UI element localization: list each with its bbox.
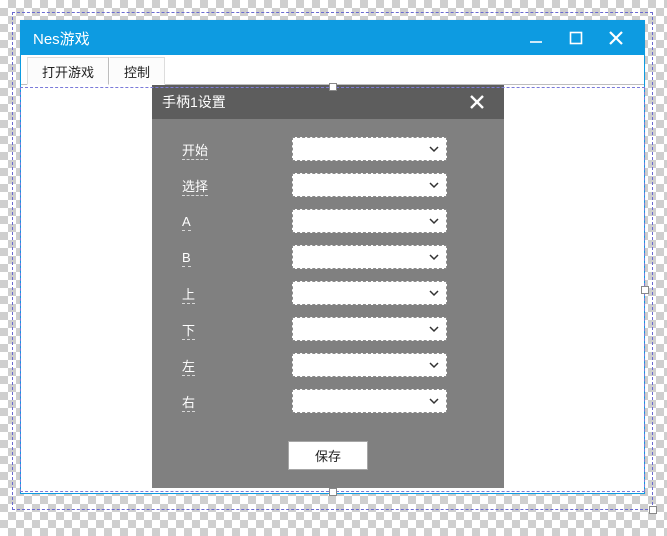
dialog-body: 开始 选择 A bbox=[152, 119, 504, 441]
label-up: 上 bbox=[172, 284, 292, 303]
dialog-close-button[interactable] bbox=[460, 85, 494, 119]
label-b: B bbox=[172, 250, 292, 265]
controller-settings-dialog: 手柄1设置 开始 选择 bbox=[152, 85, 504, 488]
menu-open-game-label: 打开游戏 bbox=[42, 62, 94, 81]
close-icon bbox=[607, 29, 625, 47]
label-start: 开始 bbox=[172, 140, 292, 159]
dialog-footer: 保存 bbox=[152, 441, 504, 488]
app-window: Nes游戏 打开游戏 控制 手柄1设置 bbox=[20, 20, 645, 494]
close-button[interactable] bbox=[596, 21, 636, 55]
maximize-icon bbox=[568, 30, 584, 46]
label-right: 右 bbox=[172, 392, 292, 411]
row-a: A bbox=[172, 209, 484, 233]
row-start: 开始 bbox=[172, 137, 484, 161]
save-button-label: 保存 bbox=[315, 449, 341, 464]
label-a: A bbox=[172, 214, 292, 229]
chevron-down-icon bbox=[428, 287, 440, 299]
chevron-down-icon bbox=[428, 395, 440, 407]
close-icon bbox=[467, 92, 487, 112]
row-select: 选择 bbox=[172, 173, 484, 197]
row-right: 右 bbox=[172, 389, 484, 413]
minimize-icon bbox=[528, 30, 544, 46]
combo-a[interactable] bbox=[292, 209, 447, 233]
combo-left[interactable] bbox=[292, 353, 447, 377]
menu-control[interactable]: 控制 bbox=[109, 57, 165, 85]
menu-open-game[interactable]: 打开游戏 bbox=[27, 57, 109, 85]
dialog-title: 手柄1设置 bbox=[162, 92, 460, 112]
combo-start[interactable] bbox=[292, 137, 447, 161]
combo-down[interactable] bbox=[292, 317, 447, 341]
window-title: Nes游戏 bbox=[29, 28, 516, 49]
chevron-down-icon bbox=[428, 359, 440, 371]
maximize-button[interactable] bbox=[556, 21, 596, 55]
chevron-down-icon bbox=[428, 323, 440, 335]
combo-up[interactable] bbox=[292, 281, 447, 305]
label-left: 左 bbox=[172, 356, 292, 375]
title-bar[interactable]: Nes游戏 bbox=[21, 21, 644, 55]
row-left: 左 bbox=[172, 353, 484, 377]
row-up: 上 bbox=[172, 281, 484, 305]
row-b: B bbox=[172, 245, 484, 269]
combo-select[interactable] bbox=[292, 173, 447, 197]
menu-bar: 打开游戏 控制 bbox=[21, 55, 644, 85]
minimize-button[interactable] bbox=[516, 21, 556, 55]
menu-control-label: 控制 bbox=[124, 62, 150, 81]
chevron-down-icon bbox=[428, 215, 440, 227]
dialog-title-bar[interactable]: 手柄1设置 bbox=[152, 85, 504, 119]
chevron-down-icon bbox=[428, 179, 440, 191]
combo-right[interactable] bbox=[292, 389, 447, 413]
chevron-down-icon bbox=[428, 251, 440, 263]
row-down: 下 bbox=[172, 317, 484, 341]
save-button[interactable]: 保存 bbox=[288, 441, 368, 470]
label-down: 下 bbox=[172, 320, 292, 339]
label-select: 选择 bbox=[172, 176, 292, 195]
chevron-down-icon bbox=[428, 143, 440, 155]
combo-b[interactable] bbox=[292, 245, 447, 269]
client-area: 手柄1设置 开始 选择 bbox=[21, 85, 644, 493]
